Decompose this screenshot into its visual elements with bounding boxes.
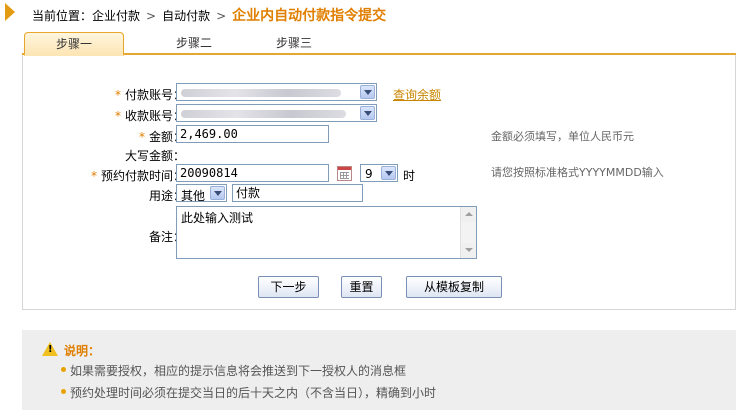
bullet-icon [61, 367, 66, 372]
next-button[interactable]: 下一步 [258, 276, 319, 298]
instruction-item: 预约处理时间必须在提交当日的后十天之内（不含当日），精确到小时 [61, 384, 437, 401]
reset-button[interactable]: 重置 [341, 276, 382, 298]
amount-input[interactable]: 2,469.00 [176, 125, 329, 143]
breadcrumb-prefix: 当前位置： [32, 9, 93, 23]
schedule-hint: 请您按照标准格式YYYYMMDD输入 [491, 166, 664, 179]
required-marker: * [90, 169, 97, 183]
page-title: 企业内自动付款指令提交 [232, 8, 387, 24]
schedule-date-input[interactable]: 20090814 [176, 164, 329, 182]
payer-account-label: * 付款账号： [114, 88, 185, 102]
payment-form: * 付款账号： 查询余额 * 收款账号： * 金额： 2,469.00 金额必须填写，… [22, 55, 736, 310]
schedule-row: * 预约付款时间： 20090814 9 时 请您按照标准格式YYYYMMDD输入 [23, 164, 737, 184]
purpose-select[interactable]: 其他 [176, 184, 227, 203]
purpose-input[interactable]: 付款 [232, 184, 363, 202]
chevron-down-icon [360, 85, 375, 99]
purpose-row: 用途： 其他 付款 [23, 184, 737, 204]
check-balance-link[interactable]: 查询余额 [393, 86, 441, 103]
scroll-down-icon[interactable] [461, 243, 476, 258]
tab-step-3[interactable]: 步骤三 [244, 32, 344, 55]
tab-step-1[interactable]: 步骤一 [24, 32, 124, 56]
amount-row: * 金额： 2,469.00 金额必须填写，单位人民币元 [23, 125, 737, 145]
remark-textarea[interactable]: 此处输入测试 [176, 206, 477, 259]
hour-unit-label: 时 [403, 169, 416, 183]
breadcrumb-separator: > [146, 9, 157, 23]
chevron-down-icon [210, 186, 225, 200]
required-marker: * [114, 88, 121, 102]
required-marker: * [114, 109, 121, 123]
remark-value: 此处输入测试 [181, 211, 254, 225]
remark-scrollbar[interactable] [460, 207, 476, 258]
instruction-text: 如果需要授权，相应的提示信息将会推送到下一授权人的消息框 [70, 364, 407, 378]
chevron-down-icon [360, 106, 375, 120]
scroll-up-icon[interactable] [461, 207, 476, 222]
payer-account-row: * 付款账号： 查询余额 [23, 83, 737, 103]
warning-icon-mark: ! [48, 344, 53, 355]
payee-account-label: * 收款账号： [114, 109, 185, 123]
instructions-box: ! 说明： 如果需要授权，相应的提示信息将会推送到下一授权人的消息框 预约处理时… [22, 330, 736, 410]
bullet-icon [61, 389, 66, 394]
amount-upper-row: 大写金额： [23, 144, 737, 164]
instruction-text: 预约处理时间必须在提交当日的后十天之内（不含当日），精确到小时 [70, 386, 437, 400]
schedule-label: * 预约付款时间： [90, 169, 185, 183]
breadcrumb-arrow-icon [5, 3, 15, 21]
payee-account-row: * 收款账号： [23, 104, 737, 124]
schedule-hour-select[interactable]: 9 [360, 164, 398, 182]
amount-upper-label: 大写金额： [124, 149, 185, 163]
instruction-item: 如果需要授权，相应的提示信息将会推送到下一授权人的消息框 [61, 362, 407, 379]
masked-account-value [181, 110, 346, 118]
instructions-title: 说明： [64, 344, 101, 358]
breadcrumb-separator: > [216, 9, 227, 23]
purpose-select-value: 其他 [181, 189, 206, 203]
breadcrumb-text: 当前位置：企业付款 > 自动付款 > 企业内自动付款指令提交 [32, 5, 386, 25]
step-tabs: 步骤一 步骤二 步骤三 [22, 32, 736, 56]
breadcrumb-item-auto[interactable]: 自动付款 [162, 9, 210, 23]
chevron-down-icon [381, 166, 396, 180]
payee-account-select[interactable] [176, 104, 377, 122]
breadcrumb-item-payment[interactable]: 企业付款 [92, 9, 140, 23]
copy-template-button[interactable]: 从模板复制 [406, 276, 502, 298]
masked-account-value [181, 89, 341, 97]
payer-account-select[interactable] [176, 83, 377, 101]
required-marker: * [138, 130, 145, 144]
breadcrumb: 当前位置：企业付款 > 自动付款 > 企业内自动付款指令提交 [0, 0, 745, 26]
amount-hint: 金额必须填写，单位人民币元 [491, 130, 634, 143]
tab-step-2[interactable]: 步骤二 [144, 32, 244, 55]
calendar-icon[interactable] [337, 166, 352, 181]
schedule-hour-value: 9 [365, 167, 373, 181]
